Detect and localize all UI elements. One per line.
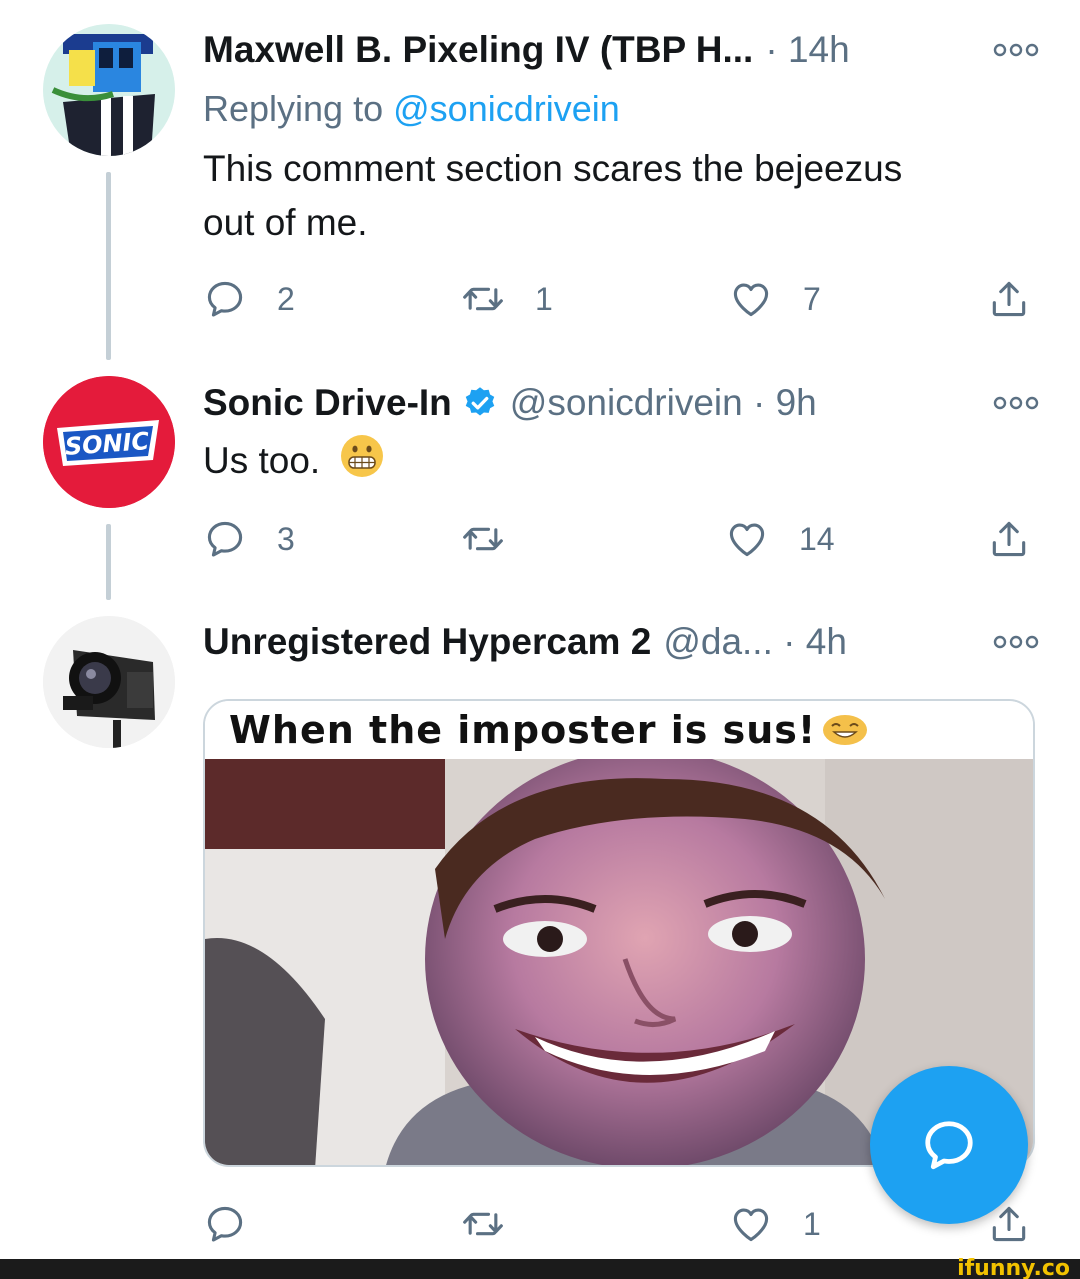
tweet-text-line: This comment section scares the bejeezus bbox=[203, 148, 903, 189]
avatar[interactable] bbox=[43, 616, 175, 748]
like-count: 14 bbox=[799, 520, 835, 557]
tweet-sonic[interactable]: SONIC Sonic Drive-In @sonicdrivein · 9h … bbox=[0, 360, 1080, 600]
share-button[interactable] bbox=[987, 516, 1031, 562]
replying-to: Replying to @sonicdrivein bbox=[203, 88, 620, 130]
watermark-bar: ifunny.co bbox=[0, 1256, 1080, 1279]
like-icon bbox=[729, 1202, 773, 1246]
tweet-header: Sonic Drive-In @sonicdrivein · 9h bbox=[203, 377, 1040, 429]
reply-icon bbox=[203, 1202, 247, 1246]
sonic-logo: SONIC bbox=[43, 376, 175, 508]
grimacing-emoji bbox=[340, 435, 383, 477]
tweet-text-line: out of me. bbox=[203, 202, 368, 243]
display-name[interactable]: Maxwell B. Pixeling IV (TBP H... bbox=[203, 29, 753, 71]
replying-handle-link[interactable]: @sonicdrivein bbox=[393, 88, 620, 129]
share-icon bbox=[987, 517, 1031, 561]
tweet-maxwell[interactable]: Maxwell B. Pixeling IV (TBP H... · 14h R… bbox=[0, 0, 1080, 360]
share-button[interactable] bbox=[987, 276, 1031, 322]
like-count: 7 bbox=[803, 280, 821, 317]
retweet-button[interactable]: 1 bbox=[461, 276, 553, 322]
retweet-icon bbox=[461, 277, 505, 321]
tweet-header: Unregistered Hypercam 2 @da... · 4h bbox=[203, 616, 1040, 668]
tweet-meta: @sonicdrivein · 9h bbox=[509, 382, 817, 423]
more-icon[interactable] bbox=[992, 40, 1040, 60]
tweet-meta: @da... · 4h bbox=[663, 621, 847, 662]
retweet-button[interactable] bbox=[461, 516, 535, 562]
compose-icon bbox=[925, 1121, 973, 1170]
avatar[interactable] bbox=[43, 24, 175, 156]
retweet-count: 1 bbox=[535, 280, 553, 317]
retweet-button[interactable] bbox=[461, 1201, 535, 1247]
tweet-header: Maxwell B. Pixeling IV (TBP H... · 14h bbox=[203, 24, 1040, 76]
tweet-text-content: Us too. bbox=[203, 440, 321, 481]
tweet-text: This comment section scares the bejeezus… bbox=[203, 142, 1023, 250]
reply-count: 2 bbox=[277, 280, 295, 317]
reply-count: 3 bbox=[277, 520, 295, 557]
compose-reply-button[interactable] bbox=[870, 1066, 1028, 1224]
more-icon[interactable] bbox=[992, 632, 1040, 652]
laughing-emoji bbox=[823, 715, 868, 745]
like-icon bbox=[725, 517, 769, 561]
share-icon bbox=[987, 277, 1031, 321]
reply-icon bbox=[203, 277, 247, 321]
tweet-text: Us too. bbox=[203, 433, 1023, 488]
reply-button[interactable]: 2 bbox=[203, 276, 295, 322]
avatar[interactable]: SONIC bbox=[43, 376, 175, 508]
watermark-logo: ifunny.co bbox=[957, 1256, 1070, 1279]
more-icon[interactable] bbox=[992, 393, 1040, 413]
reply-button[interactable] bbox=[203, 1201, 277, 1247]
tweet-actions: 3 14 bbox=[203, 516, 1043, 562]
like-button[interactable]: 14 bbox=[725, 516, 835, 562]
tweet-actions: 2 1 7 bbox=[203, 276, 1043, 322]
media-caption-text: When the imposter is sus! bbox=[229, 708, 817, 752]
reply-button[interactable]: 3 bbox=[203, 516, 295, 562]
like-count: 1 bbox=[803, 1205, 821, 1242]
like-button[interactable]: 7 bbox=[729, 276, 821, 322]
replying-prefix: Replying to bbox=[203, 88, 384, 129]
reply-icon bbox=[203, 517, 247, 561]
sonic-logo-text: SONIC bbox=[64, 427, 150, 461]
display-name[interactable]: Sonic Drive-In bbox=[203, 382, 452, 424]
display-name[interactable]: Unregistered Hypercam 2 bbox=[203, 621, 651, 663]
verified-badge-icon bbox=[465, 387, 495, 416]
camcorder-avatar-image bbox=[43, 616, 175, 748]
like-button[interactable]: 1 bbox=[729, 1201, 821, 1247]
retweet-icon bbox=[461, 1202, 505, 1246]
retweet-icon bbox=[461, 517, 505, 561]
like-icon bbox=[729, 277, 773, 321]
media-caption: When the imposter is sus! bbox=[205, 701, 1033, 759]
avatar-image bbox=[43, 24, 175, 156]
tweet-meta: · 14h bbox=[765, 29, 850, 70]
